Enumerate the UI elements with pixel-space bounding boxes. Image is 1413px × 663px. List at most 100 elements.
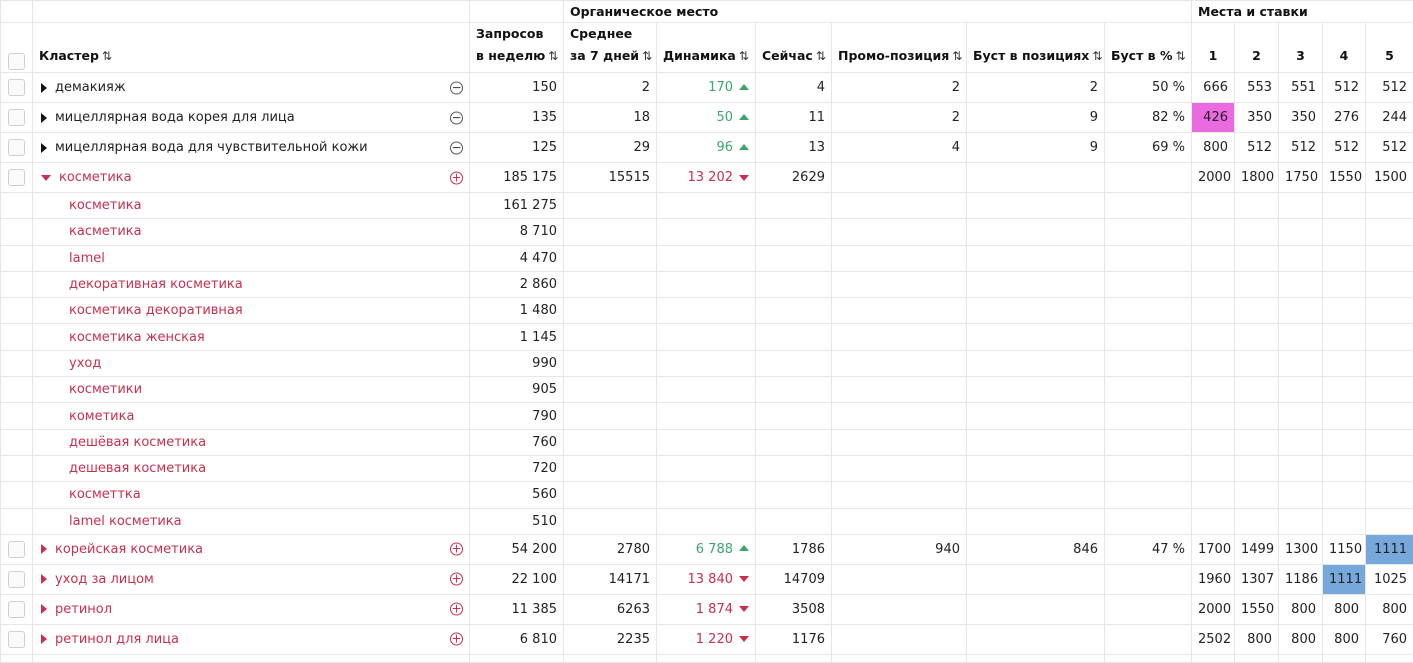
place-2-cell[interactable]: 1307 [1235,564,1279,594]
row-checkbox[interactable] [8,631,25,648]
place-2-cell[interactable]: 1800 [1235,163,1279,193]
expand-icon[interactable] [41,574,47,584]
place-4-cell[interactable]: 1550 [1323,163,1366,193]
table-row[interactable]: демакияж− 150 2 170 4 2 2 50 % 666 553 5… [1,73,1413,103]
table-row[interactable]: ретинол+ 11 385 6263 1 874 3508 2000 155… [1,594,1413,624]
expand-icon[interactable] [41,83,47,93]
sort-icon[interactable]: ⇅ [1175,49,1185,63]
subrow-label[interactable]: кометика [33,403,470,429]
place-2-cell[interactable]: 512 [1235,133,1279,163]
place-5-cell[interactable]: 1500 [1366,163,1413,193]
subrow-label[interactable]: lamel [33,245,470,271]
subrow-label[interactable]: косметика женская [33,324,470,350]
add-circle-icon[interactable]: + [450,603,463,616]
sort-icon[interactable]: ⇅ [102,49,112,63]
cluster-cell[interactable]: косметика+ [33,163,470,193]
expand-icon[interactable] [41,634,47,644]
row-checkbox[interactable] [8,79,25,96]
place-3-cell[interactable]: 800 [1279,594,1323,624]
sort-icon[interactable]: ⇅ [548,49,558,63]
cluster-cell[interactable]: уход за лицом+ [33,564,470,594]
add-circle-icon[interactable]: + [450,633,463,646]
subrow-label[interactable]: косметика [33,193,470,219]
row-checkbox[interactable] [8,601,25,618]
place-5-cell[interactable]: 512 [1366,133,1413,163]
place-3-cell[interactable]: 1750 [1279,163,1323,193]
place-2-cell[interactable]: 553 [1235,73,1279,103]
place-1-cell[interactable]: 2000 [1192,594,1235,624]
place-5-cell[interactable]: 1111 [1366,534,1413,564]
place-1-cell[interactable]: 1960 [1192,564,1235,594]
place-4-cell[interactable]: 800 [1323,594,1366,624]
sort-icon[interactable]: ⇅ [642,49,652,63]
add-circle-icon[interactable]: + [450,171,463,184]
remove-circle-icon[interactable]: − [450,141,463,154]
place-5-cell[interactable]: 760 [1366,624,1413,654]
place-2-cell[interactable]: 800 [1235,624,1279,654]
table-row[interactable]: корейская косметика+ 54 200 2780 6 788 1… [1,534,1413,564]
table-row[interactable]: уход за лицом+ 22 100 14171 13 840 14709… [1,564,1413,594]
subrow-label[interactable]: дешевая косметика [33,455,470,481]
place-3-cell[interactable]: 1300 [1279,534,1323,564]
table-row[interactable]: ретинол для лица+ 6 810 2235 1 220 1176 … [1,624,1413,654]
row-checkbox[interactable] [8,109,25,126]
row-checkbox[interactable] [8,571,25,588]
place-2-cell[interactable]: 1499 [1235,534,1279,564]
sort-icon[interactable]: ⇅ [816,49,826,63]
header-promo[interactable]: Промо-позиция⇅ [832,23,967,73]
header-avg[interactable]: Среднееза 7 дней⇅ [564,23,657,73]
place-1-cell[interactable]: 1700 [1192,534,1235,564]
expand-icon[interactable] [41,113,47,123]
sort-icon[interactable]: ⇅ [952,49,962,63]
place-5-cell[interactable]: 512 [1366,73,1413,103]
header-boost-pct[interactable]: Буст в %⇅ [1105,23,1192,73]
place-4-cell[interactable]: 1150 [1323,534,1366,564]
subrow-label[interactable]: касметика [33,219,470,245]
place-3-cell[interactable]: 512 [1279,133,1323,163]
subrow-label[interactable]: декоративная косметика [33,271,470,297]
cluster-cell[interactable]: демакияж− [33,73,470,103]
select-all-checkbox[interactable] [8,53,25,70]
cluster-cell[interactable]: ретинол+ [33,594,470,624]
cluster-cell[interactable]: ретинол для лица+ [33,624,470,654]
header-cluster[interactable]: Кластер⇅ [33,23,470,73]
place-1-cell[interactable]: 666 [1192,73,1235,103]
place-4-cell[interactable]: 512 [1323,73,1366,103]
place-5-cell[interactable]: 244 [1366,103,1413,133]
subrow-label[interactable]: косметики [33,377,470,403]
place-1-cell[interactable]: 2000 [1192,163,1235,193]
place-3-cell[interactable]: 551 [1279,73,1323,103]
place-5-cell[interactable]: 1025 [1366,564,1413,594]
subrow-label[interactable]: уход [33,350,470,376]
expand-icon[interactable] [41,143,47,153]
place-5-cell[interactable]: 800 [1366,594,1413,624]
subrow-label[interactable]: дешёвая косметика [33,429,470,455]
subrow-label[interactable]: косметика декоративная [33,298,470,324]
place-4-cell[interactable]: 512 [1323,133,1366,163]
place-1-cell[interactable]: 800 [1192,133,1235,163]
collapse-icon[interactable] [41,175,51,181]
table-row[interactable]: мицеллярная вода корея для лица− 135 18 … [1,103,1413,133]
header-dynamics[interactable]: Динамика⇅ [657,23,756,73]
table-row[interactable]: косметика+ 185 175 15515 13 202 2629 200… [1,163,1413,193]
place-3-cell[interactable]: 1186 [1279,564,1323,594]
place-2-cell[interactable]: 350 [1235,103,1279,133]
add-circle-icon[interactable]: + [450,543,463,556]
expand-icon[interactable] [41,604,47,614]
add-circle-icon[interactable]: + [450,573,463,586]
header-queries[interactable]: Запросовв неделю⇅ [470,23,564,73]
place-3-cell[interactable]: 800 [1279,624,1323,654]
expand-icon[interactable] [41,544,47,554]
place-1-cell[interactable]: 2502 [1192,624,1235,654]
place-1-cell[interactable]: 426 [1192,103,1235,133]
place-4-cell[interactable]: 1111 [1323,564,1366,594]
header-now[interactable]: Сейчас⇅ [756,23,832,73]
row-checkbox[interactable] [8,541,25,558]
table-row[interactable]: мицеллярная вода для чувствительной кожи… [1,133,1413,163]
sort-icon[interactable]: ⇅ [739,49,749,63]
place-3-cell[interactable]: 350 [1279,103,1323,133]
remove-circle-icon[interactable]: − [450,111,463,124]
sort-icon[interactable]: ⇅ [1092,49,1102,63]
row-checkbox[interactable] [8,169,25,186]
cluster-cell[interactable]: мицеллярная вода корея для лица− [33,103,470,133]
